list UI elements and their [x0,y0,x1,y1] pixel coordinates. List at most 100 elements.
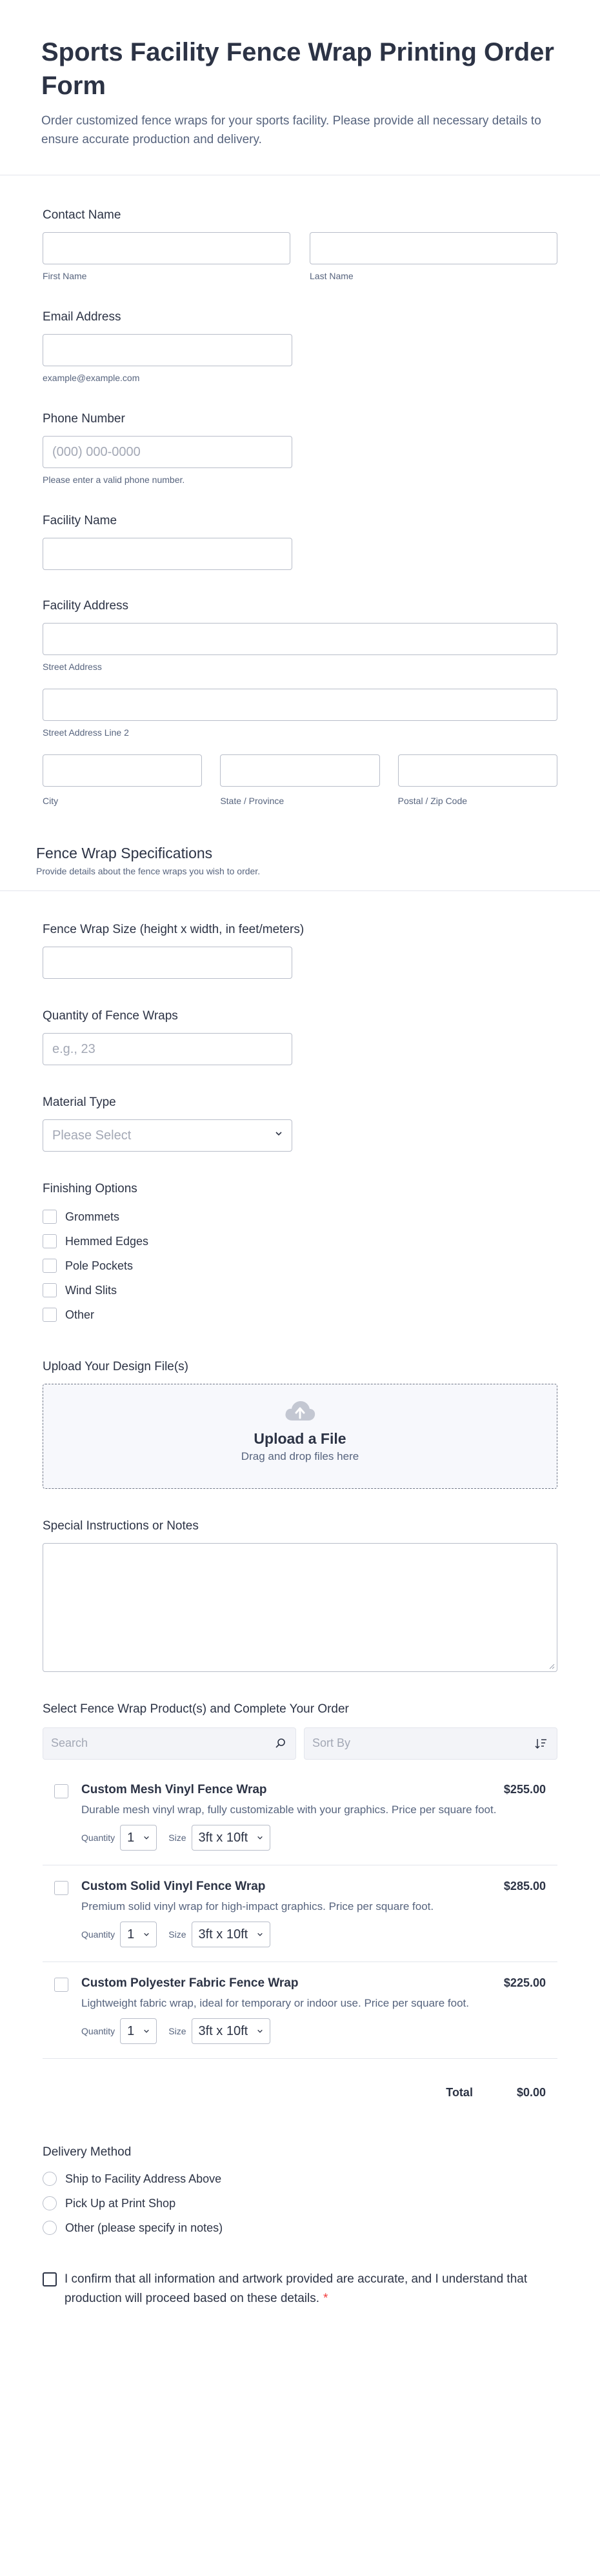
checkbox[interactable] [43,1259,57,1273]
material-type-select[interactable]: Please Select [43,1119,292,1152]
size-select[interactable]: 3ft x 10ft [191,1825,271,1851]
total-value: $0.00 [516,2086,546,2099]
chevron-down-icon [257,2029,263,2033]
email-sublabel: example@example.com [43,373,140,383]
wrap-quantity-input[interactable]: e.g., 23 [43,1033,292,1065]
street-address-sublabel: Street Address [43,662,102,672]
facility-name-input[interactable] [43,538,292,570]
product-sort-select[interactable]: Sort By [304,1727,557,1760]
notes-field: Special Instructions or Notes [36,1519,564,1672]
sort-placeholder: Sort By [312,1736,351,1749]
wrap-size-field: Fence Wrap Size (height x width, in feet… [36,922,564,979]
facility-name-field: Facility Name [36,513,564,570]
size-select[interactable]: 3ft x 10ft [191,1922,271,1947]
size-value: 3ft x 10ft [198,1927,248,1942]
product-checkbox[interactable] [54,1881,68,1895]
wrap-quantity-field: Quantity of Fence Wraps e.g., 23 [36,1008,564,1065]
search-placeholder: Search [51,1736,88,1749]
cloud-upload-icon [285,1401,315,1421]
first-name-sublabel: First Name [43,271,87,281]
product-item[interactable]: Custom Solid Vinyl Fence Wrap $285.00 Pr… [43,1865,557,1962]
delivery-option[interactable]: Other (please specify in notes) [43,2216,557,2240]
product-checkbox[interactable] [54,1784,68,1798]
quantity-value: 1 [127,2023,135,2038]
size-label: Size [168,1929,186,1940]
quantity-label: Quantity [81,1929,115,1940]
delivery-option[interactable]: Pick Up at Print Shop [43,2191,557,2216]
delivery-method-label: Delivery Method [43,2145,132,2159]
state-input[interactable] [220,754,380,787]
city-input[interactable] [43,754,203,787]
product-name: Custom Mesh Vinyl Fence Wrap [81,1783,267,1796]
size-value: 3ft x 10ft [198,1830,248,1845]
consent-field: I confirm that all information and artwo… [36,2270,564,2308]
quantity-select[interactable]: 1 [120,1922,157,1947]
product-price: $225.00 [503,1976,546,1989]
section-divider [0,890,600,891]
form-description: Order customized fence wraps for your sp… [41,114,541,146]
first-name-input[interactable] [43,232,290,264]
resize-handle-icon[interactable] [548,1663,555,1669]
zip-sublabel: Postal / Zip Code [397,796,468,806]
quantity-select[interactable]: 1 [120,1825,157,1851]
size-value: 3ft x 10ft [198,2023,248,2038]
checkbox[interactable] [43,1210,57,1224]
checkbox[interactable] [43,1308,57,1322]
quantity-value: 1 [127,1927,135,1942]
wrap-size-label: Fence Wrap Size (height x width, in feet… [43,923,305,936]
material-type-label: Material Type [43,1096,116,1109]
delivery-option-label: Other (please specify in notes) [65,2221,223,2234]
city-sublabel: City [43,796,59,806]
chevron-down-icon [257,1932,263,1936]
street-address-line2-input[interactable] [43,689,557,721]
street-address-line2-sublabel: Street Address Line 2 [43,727,129,738]
product-search-row: Search Sort By [43,1727,557,1760]
finishing-option-label: Other [65,1308,95,1321]
checkbox[interactable] [43,1283,57,1297]
email-label: Email Address [43,310,121,324]
radio-button[interactable] [43,2172,57,2186]
facility-address-field: Facility Address Street Address Street A… [36,598,564,806]
search-icon [275,1738,285,1748]
product-list: Custom Mesh Vinyl Fence Wrap $255.00 Dur… [43,1769,557,2059]
state-sublabel: State / Province [220,796,285,806]
delivery-option-label: Ship to Facility Address Above [65,2172,222,2185]
radio-button[interactable] [43,2196,57,2210]
sort-icon [535,1739,546,1749]
finishing-option[interactable]: Grommets [43,1204,557,1229]
phone-input[interactable]: (000) 000-0000 [43,436,292,468]
upload-field: Upload Your Design File(s) Upload a File… [36,1359,564,1489]
zip-input[interactable] [397,754,557,787]
size-label: Size [168,2026,186,2036]
finishing-options-field: Finishing Options Grommets Hemmed Edges … [36,1181,564,1327]
delivery-method-field: Delivery Method Ship to Facility Address… [36,2145,564,2240]
size-select[interactable]: 3ft x 10ft [191,2018,271,2044]
quantity-select[interactable]: 1 [120,2018,157,2044]
finishing-option[interactable]: Wind Slits [43,1278,557,1303]
product-item[interactable]: Custom Polyester Fabric Fence Wrap $225.… [43,1962,557,2059]
finishing-option[interactable]: Hemmed Edges [43,1229,557,1254]
product-checkbox[interactable] [54,1978,68,1992]
consent-checkbox[interactable] [43,2272,57,2286]
last-name-input[interactable] [310,232,557,264]
street-address-input[interactable] [43,623,557,655]
email-input[interactable] [43,334,292,366]
product-search-input[interactable]: Search [43,1727,296,1760]
specs-section: Fence Wrap Specifications Provide detail… [0,845,600,891]
upload-dropzone[interactable]: Upload a File Drag and drop files here [43,1384,557,1489]
checkbox[interactable] [43,1234,57,1248]
notes-textarea[interactable] [43,1543,557,1672]
product-item[interactable]: Custom Mesh Vinyl Fence Wrap $255.00 Dur… [43,1769,557,1865]
radio-button[interactable] [43,2221,57,2235]
finishing-options-label: Finishing Options [43,1182,137,1195]
wrap-size-input[interactable] [43,947,292,979]
delivery-option[interactable]: Ship to Facility Address Above [43,2167,557,2191]
finishing-option[interactable]: Other [43,1303,557,1327]
product-description: Durable mesh vinyl wrap, fully customiza… [81,1804,497,1816]
quantity-label: Quantity [81,2026,115,2036]
size-label: Size [168,1833,186,1843]
quantity-value: 1 [127,1830,135,1845]
finishing-option[interactable]: Pole Pockets [43,1254,557,1278]
finishing-option-label: Pole Pockets [65,1259,134,1272]
product-price: $285.00 [503,1880,546,1893]
